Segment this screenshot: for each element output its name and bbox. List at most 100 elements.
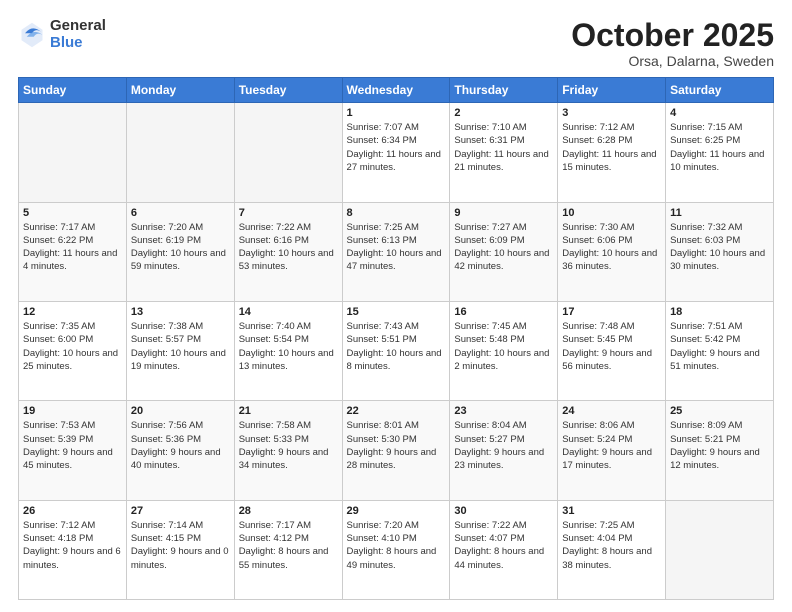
day-info: Sunrise: 8:01 AM Sunset: 5:30 PM Dayligh… <box>347 419 446 472</box>
day-cell: 28 Sunrise: 7:17 AM Sunset: 4:12 PM Dayli… <box>234 500 342 599</box>
day-number: 15 <box>347 306 446 318</box>
day-number: 30 <box>454 505 553 517</box>
empty-day-cell <box>19 103 127 202</box>
day-info: Sunrise: 7:12 AM Sunset: 4:18 PM Dayligh… <box>23 519 122 572</box>
day-info: Sunrise: 7:07 AM Sunset: 6:34 PM Dayligh… <box>347 121 446 174</box>
day-info: Sunrise: 8:06 AM Sunset: 5:24 PM Dayligh… <box>562 419 661 472</box>
day-cell: 5Sunrise: 7:17 AM Sunset: 6:22 PM Daylig… <box>19 202 127 301</box>
day-info: Sunrise: 7:22 AM Sunset: 4:07 PM Dayligh… <box>454 519 553 572</box>
day-cell: 21 Sunrise: 7:58 AM Sunset: 5:33 PM Dayli… <box>234 401 342 500</box>
header: General Blue October 2025 Orsa, Dalarna,… <box>18 18 774 69</box>
title-location: Orsa, Dalarna, Sweden <box>571 53 774 69</box>
day-info: Sunrise: 7:43 AM Sunset: 5:51 PM Dayligh… <box>347 320 446 373</box>
day-number: 11 <box>670 207 769 219</box>
day-cell: 31 Sunrise: 7:25 AM Sunset: 4:04 PM Dayli… <box>558 500 666 599</box>
day-info: Sunrise: 7:17 AM Sunset: 4:12 PM Dayligh… <box>239 519 338 572</box>
day-info: Sunrise: 7:56 AM Sunset: 5:36 PM Dayligh… <box>131 419 230 472</box>
day-number: 19 <box>23 405 122 417</box>
day-number: 5 <box>23 207 122 219</box>
calendar-week-row: 12 Sunrise: 7:35 AM Sunset: 6:00 PM Dayli… <box>19 301 774 400</box>
day-info: Sunrise: 7:32 AM Sunset: 6:03 PM Dayligh… <box>670 221 769 274</box>
day-number: 16 <box>454 306 553 318</box>
day-info: Sunrise: 7:27 AM Sunset: 6:09 PM Dayligh… <box>454 221 553 274</box>
day-info: Sunrise: 7:58 AM Sunset: 5:33 PM Dayligh… <box>239 419 338 472</box>
col-saturday: Saturday <box>666 78 774 103</box>
day-number: 17 <box>562 306 661 318</box>
day-cell: 20 Sunrise: 7:56 AM Sunset: 5:36 PM Dayli… <box>126 401 234 500</box>
day-cell: 23Sunrise: 8:04 AM Sunset: 5:27 PM Dayli… <box>450 401 558 500</box>
day-cell: 9 Sunrise: 7:27 AM Sunset: 6:09 PM Daylig… <box>450 202 558 301</box>
day-info: Sunrise: 7:45 AM Sunset: 5:48 PM Dayligh… <box>454 320 553 373</box>
empty-day-cell <box>126 103 234 202</box>
col-thursday: Thursday <box>450 78 558 103</box>
day-info: Sunrise: 7:12 AM Sunset: 6:28 PM Dayligh… <box>562 121 661 174</box>
day-cell: 16 Sunrise: 7:45 AM Sunset: 5:48 PM Dayli… <box>450 301 558 400</box>
day-number: 7 <box>239 207 338 219</box>
day-cell: 7 Sunrise: 7:22 AM Sunset: 6:16 PM Daylig… <box>234 202 342 301</box>
empty-day-cell <box>666 500 774 599</box>
day-info: Sunrise: 7:35 AM Sunset: 6:00 PM Dayligh… <box>23 320 122 373</box>
col-tuesday: Tuesday <box>234 78 342 103</box>
day-number: 29 <box>347 505 446 517</box>
day-cell: 2Sunrise: 7:10 AM Sunset: 6:31 PM Daylig… <box>450 103 558 202</box>
day-number: 12 <box>23 306 122 318</box>
day-cell: 8Sunrise: 7:25 AM Sunset: 6:13 PM Daylig… <box>342 202 450 301</box>
day-number: 31 <box>562 505 661 517</box>
day-number: 21 <box>239 405 338 417</box>
day-cell: 3 Sunrise: 7:12 AM Sunset: 6:28 PM Daylig… <box>558 103 666 202</box>
day-info: Sunrise: 7:38 AM Sunset: 5:57 PM Dayligh… <box>131 320 230 373</box>
day-cell: 24 Sunrise: 8:06 AM Sunset: 5:24 PM Dayli… <box>558 401 666 500</box>
calendar-week-row: 5Sunrise: 7:17 AM Sunset: 6:22 PM Daylig… <box>19 202 774 301</box>
col-sunday: Sunday <box>19 78 127 103</box>
day-cell: 14Sunrise: 7:40 AM Sunset: 5:54 PM Dayli… <box>234 301 342 400</box>
day-number: 18 <box>670 306 769 318</box>
day-info: Sunrise: 7:20 AM Sunset: 6:19 PM Dayligh… <box>131 221 230 274</box>
day-info: Sunrise: 8:04 AM Sunset: 5:27 PM Dayligh… <box>454 419 553 472</box>
title-block: October 2025 Orsa, Dalarna, Sweden <box>571 18 774 69</box>
day-cell: 30 Sunrise: 7:22 AM Sunset: 4:07 PM Dayli… <box>450 500 558 599</box>
day-number: 9 <box>454 207 553 219</box>
day-number: 27 <box>131 505 230 517</box>
day-info: Sunrise: 7:20 AM Sunset: 4:10 PM Dayligh… <box>347 519 446 572</box>
day-info: Sunrise: 7:14 AM Sunset: 4:15 PM Dayligh… <box>131 519 230 572</box>
calendar-week-row: 26Sunrise: 7:12 AM Sunset: 4:18 PM Dayli… <box>19 500 774 599</box>
day-cell: 18 Sunrise: 7:51 AM Sunset: 5:42 PM Dayli… <box>666 301 774 400</box>
day-number: 28 <box>239 505 338 517</box>
day-number: 3 <box>562 107 661 119</box>
day-cell: 17 Sunrise: 7:48 AM Sunset: 5:45 PM Dayli… <box>558 301 666 400</box>
logo-text: General Blue <box>50 18 106 51</box>
day-info: Sunrise: 7:10 AM Sunset: 6:31 PM Dayligh… <box>454 121 553 174</box>
day-number: 24 <box>562 405 661 417</box>
day-number: 20 <box>131 405 230 417</box>
day-info: Sunrise: 7:22 AM Sunset: 6:16 PM Dayligh… <box>239 221 338 274</box>
day-info: Sunrise: 7:53 AM Sunset: 5:39 PM Dayligh… <box>23 419 122 472</box>
col-wednesday: Wednesday <box>342 78 450 103</box>
day-cell: 4Sunrise: 7:15 AM Sunset: 6:25 PM Daylig… <box>666 103 774 202</box>
col-friday: Friday <box>558 78 666 103</box>
day-cell: 13Sunrise: 7:38 AM Sunset: 5:57 PM Dayli… <box>126 301 234 400</box>
day-number: 1 <box>347 107 446 119</box>
day-cell: 27 Sunrise: 7:14 AM Sunset: 4:15 PM Dayli… <box>126 500 234 599</box>
day-info: Sunrise: 8:09 AM Sunset: 5:21 PM Dayligh… <box>670 419 769 472</box>
day-cell: 10Sunrise: 7:30 AM Sunset: 6:06 PM Dayli… <box>558 202 666 301</box>
day-number: 6 <box>131 207 230 219</box>
day-cell: 26Sunrise: 7:12 AM Sunset: 4:18 PM Dayli… <box>19 500 127 599</box>
calendar-week-row: 19 Sunrise: 7:53 AM Sunset: 5:39 PM Dayli… <box>19 401 774 500</box>
logo-icon <box>18 21 46 49</box>
day-number: 10 <box>562 207 661 219</box>
page: General Blue October 2025 Orsa, Dalarna,… <box>0 0 792 612</box>
day-cell: 11 Sunrise: 7:32 AM Sunset: 6:03 PM Dayli… <box>666 202 774 301</box>
calendar-week-row: 1 Sunrise: 7:07 AM Sunset: 6:34 PM Daylig… <box>19 103 774 202</box>
day-info: Sunrise: 7:25 AM Sunset: 6:13 PM Dayligh… <box>347 221 446 274</box>
day-number: 25 <box>670 405 769 417</box>
logo-general-text: General <box>50 18 106 35</box>
day-number: 4 <box>670 107 769 119</box>
calendar-header-row: Sunday Monday Tuesday Wednesday Thursday… <box>19 78 774 103</box>
day-info: Sunrise: 7:48 AM Sunset: 5:45 PM Dayligh… <box>562 320 661 373</box>
calendar-table: Sunday Monday Tuesday Wednesday Thursday… <box>18 77 774 600</box>
day-info: Sunrise: 7:25 AM Sunset: 4:04 PM Dayligh… <box>562 519 661 572</box>
day-number: 14 <box>239 306 338 318</box>
day-cell: 22Sunrise: 8:01 AM Sunset: 5:30 PM Dayli… <box>342 401 450 500</box>
day-info: Sunrise: 7:51 AM Sunset: 5:42 PM Dayligh… <box>670 320 769 373</box>
day-cell: 15 Sunrise: 7:43 AM Sunset: 5:51 PM Dayli… <box>342 301 450 400</box>
